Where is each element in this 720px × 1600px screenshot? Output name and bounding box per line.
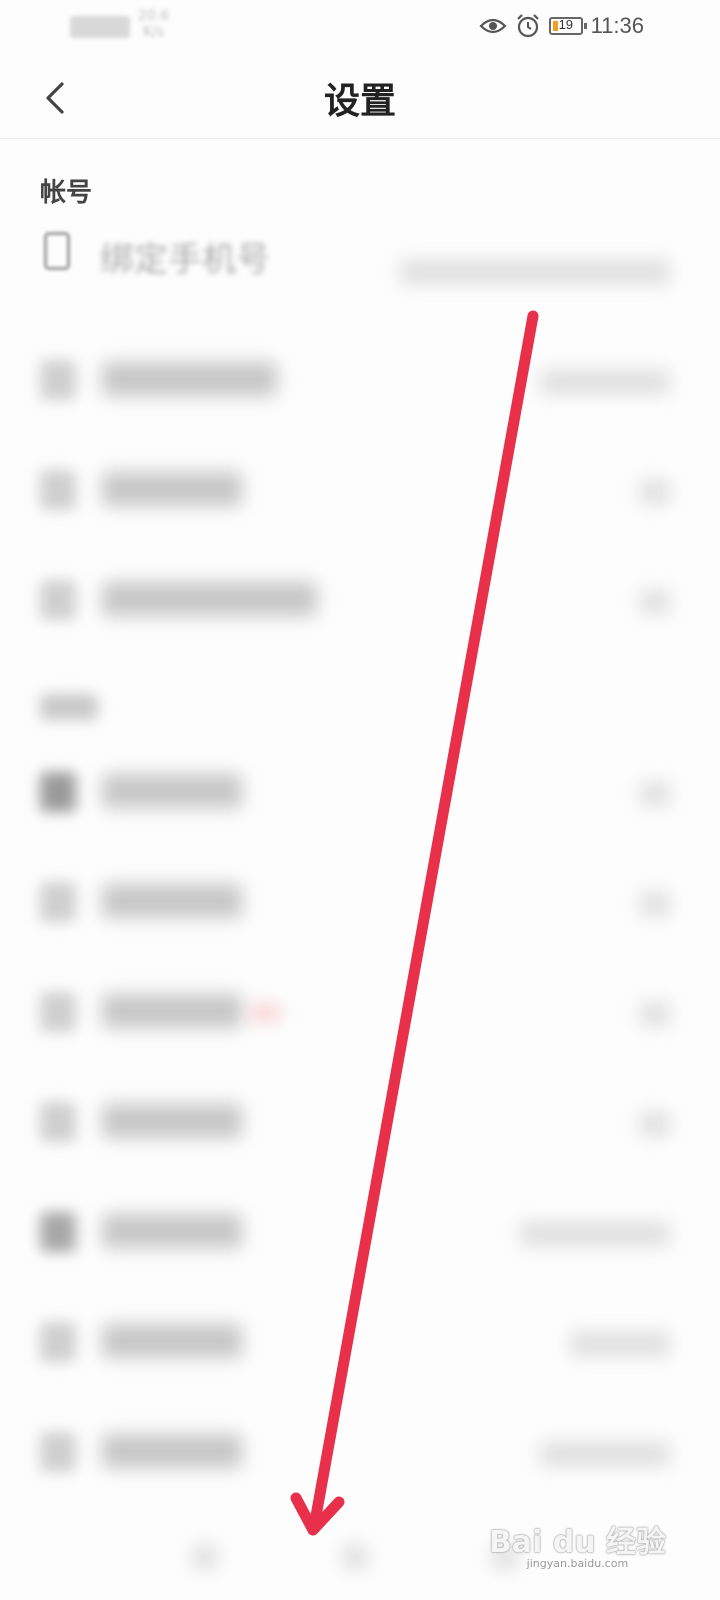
red-arrow-annotation [290,310,539,1536]
baidu-jingyan-watermark: Bai du 经验 jingyan.baidu.com [489,1517,666,1570]
watermark-text: Bai du 经验 [488,1525,666,1560]
